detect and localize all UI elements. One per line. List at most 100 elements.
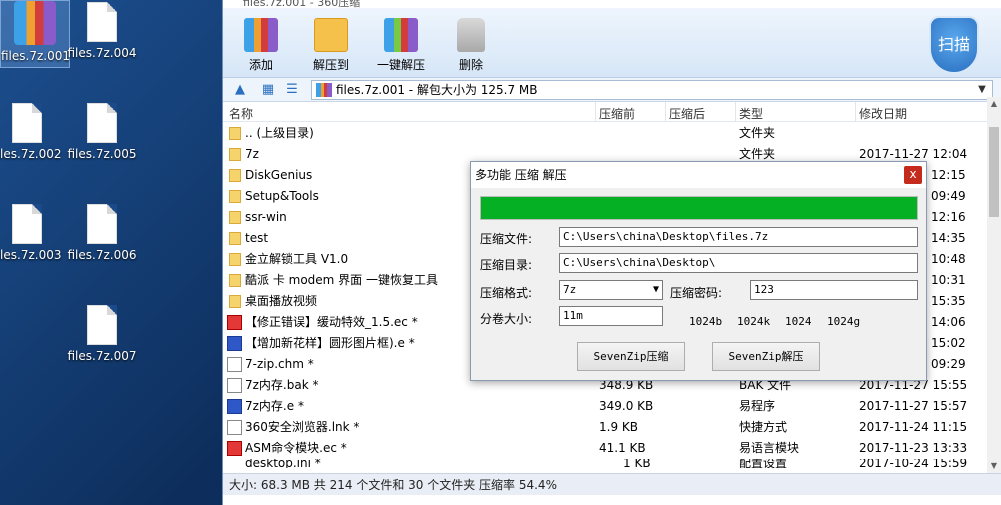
column-divider[interactable] — [735, 102, 736, 122]
row-name: 金立解锁工具 V1.0 — [245, 252, 349, 266]
desktop-icon-file-002[interactable]: files.7z.002 — [0, 103, 62, 161]
password-input[interactable]: 123 — [750, 280, 918, 300]
row-name: 7z — [245, 147, 259, 161]
dir-path-input[interactable]: C:\Users\china\Desktop\ — [559, 253, 918, 273]
desktop-icon-label: files.7z.005 — [67, 147, 137, 161]
row-modified: 12:16 — [931, 210, 966, 224]
delete-button[interactable]: 删除 — [441, 18, 501, 73]
extract-to-button-label: 解压到 — [312, 58, 349, 72]
size-option-bytes[interactable]: 1024b — [689, 315, 722, 328]
row-modified: 2017-11-24 11:15 — [859, 420, 968, 434]
one-click-extract-label: 一键解压 — [376, 58, 425, 72]
row-name: DiskGenius — [245, 168, 313, 182]
scroll-up-icon[interactable]: ▲ — [987, 97, 1001, 111]
scroll-thumb[interactable] — [989, 127, 999, 217]
col-unpacked[interactable]: 压缩后 — [669, 105, 705, 122]
desktop-icon-label: files.7z.007 — [67, 349, 137, 363]
toolbar: 添加 解压到 一键解压 删除 扫描 — [223, 8, 1001, 78]
scan-label: 扫描 — [937, 35, 970, 54]
extract-to-button[interactable]: 解压到 — [301, 18, 361, 73]
file-path-input[interactable]: C:\Users\china\Desktop\files.7z — [559, 227, 918, 247]
column-divider[interactable] — [595, 102, 596, 122]
one-click-extract-button[interactable]: 一键解压 — [371, 18, 431, 73]
folder-icon — [229, 274, 241, 287]
row-modified: 10:48 — [931, 252, 966, 266]
col-packed[interactable]: 压缩前 — [599, 105, 635, 122]
row-name: 【增加新花样】圆形图片框).e * — [245, 336, 415, 350]
row-name: 7-zip.chm * — [245, 357, 314, 371]
row-name: .. (上级目录) — [245, 126, 314, 140]
status-text: 大小: 68.3 MB 共 214 个文件和 30 个文件夹 压缩率 54.4% — [229, 478, 557, 492]
address-text: files.7z.001 - 解包大小为 125.7 MB — [336, 83, 538, 97]
col-type[interactable]: 类型 — [739, 105, 763, 122]
dialog-title: 多功能 压缩 解压 — [471, 162, 926, 188]
volume-size-input[interactable]: 11m — [559, 306, 663, 326]
desktop-icon-label: files.7z.001 — [1, 49, 70, 63]
add-button[interactable]: 添加 — [231, 18, 291, 73]
row-modified: 14:06 — [931, 315, 966, 329]
vertical-scrollbar[interactable]: ▲ ▼ — [987, 97, 1001, 473]
progress-fill — [481, 197, 917, 219]
folder-icon — [229, 232, 241, 245]
delete-button-label: 删除 — [458, 58, 483, 72]
add-button-label: 添加 — [248, 58, 273, 72]
table-row[interactable]: ASM命令模块.ec * 41.1 KB 易语言模块 2017-11-23 13:33 — [223, 438, 987, 459]
row-name: 桌面播放视频 — [245, 294, 318, 308]
column-divider[interactable] — [855, 102, 856, 122]
row-modified: 09:49 — [931, 189, 966, 203]
row-name: 酷派 卡 modem 界面 一键恢复工具 — [245, 273, 438, 287]
row-packed: 349.0 KB — [599, 399, 654, 413]
row-modified: 2017-11-27 15:57 — [859, 399, 968, 413]
password-label: 压缩密码: — [670, 286, 723, 300]
desktop-icon-file-007[interactable]: files.7z.007 — [67, 305, 137, 363]
row-type: 文件夹 — [739, 126, 776, 140]
col-name[interactable]: 名称 — [229, 105, 253, 122]
table-row[interactable]: desktop.ini * 1 KB 配置设置 2017-10-24 15:59 — [223, 459, 987, 468]
archive-icon — [316, 83, 332, 97]
column-divider[interactable] — [665, 102, 666, 122]
desktop-icon-file-004[interactable]: files.7z.004 — [67, 2, 137, 60]
format-select[interactable]: 7z ▼ — [559, 280, 663, 300]
size-option-gigabytes[interactable]: 1024g — [827, 315, 860, 328]
progress-bar — [480, 196, 918, 220]
folder-icon — [229, 169, 241, 182]
size-option-megabytes[interactable]: 1024 — [785, 315, 812, 328]
sevenzip-extract-button[interactable]: SevenZip解压 — [712, 342, 820, 371]
table-row[interactable]: .. (上级目录) 文件夹 — [223, 123, 987, 144]
file-icon — [87, 204, 117, 244]
desktop-icon-file-001[interactable]: files.7z.001 — [0, 0, 70, 68]
row-name: ASM命令模块.ec * — [245, 441, 347, 455]
row-modified: 15:35 — [931, 294, 966, 308]
row-modified: 12:15 — [931, 168, 966, 182]
address-field[interactable]: files.7z.001 - 解包大小为 125.7 MB ▼ — [311, 80, 993, 100]
sevenzip-compress-button[interactable]: SevenZip压缩 — [577, 342, 685, 371]
extract-folder-icon — [314, 18, 348, 52]
list-view-icon[interactable]: ☰ — [283, 82, 301, 98]
row-modified: 10:31 — [931, 273, 966, 287]
folder-icon — [229, 253, 241, 266]
scan-shield-button[interactable]: 扫描 — [929, 16, 979, 74]
address-bar: ▲ ▦ ☰ files.7z.001 - 解包大小为 125.7 MB ▼ — [223, 78, 1001, 102]
table-row[interactable]: 7z内存.e * 349.0 KB 易程序 2017-11-27 15:57 — [223, 396, 987, 417]
row-name: ssr-win — [245, 210, 287, 224]
archive-icon — [14, 1, 56, 45]
row-name: 360安全浏览器.lnk * — [245, 420, 360, 434]
desktop-icon-file-003[interactable]: files.7z.003 — [0, 204, 62, 262]
folder-icon — [229, 211, 241, 224]
scroll-down-icon[interactable]: ▼ — [987, 459, 1001, 473]
col-modified[interactable]: 修改日期 — [859, 105, 907, 122]
thumbnail-view-icon[interactable]: ▦ — [259, 82, 277, 98]
up-arrow-icon[interactable]: ▲ — [231, 82, 249, 98]
row-packed: 1.9 KB — [599, 420, 638, 434]
size-option-kilobytes[interactable]: 1024k — [737, 315, 770, 328]
row-packed: 41.1 KB — [599, 441, 646, 455]
desktop-icon-label: files.7z.002 — [0, 147, 62, 161]
desktop-icon-file-005[interactable]: files.7z.005 — [67, 103, 137, 161]
file-icon — [12, 204, 42, 244]
row-type: 配置设置 — [739, 459, 788, 468]
chevron-down-icon: ▼ — [652, 284, 659, 295]
close-button[interactable]: x — [904, 166, 922, 184]
desktop-icon-file-006[interactable]: files.7z.006 — [67, 204, 137, 262]
table-row[interactable]: 360安全浏览器.lnk * 1.9 KB 快捷方式 2017-11-24 11:15 — [223, 417, 987, 438]
e-program-icon — [227, 399, 242, 414]
